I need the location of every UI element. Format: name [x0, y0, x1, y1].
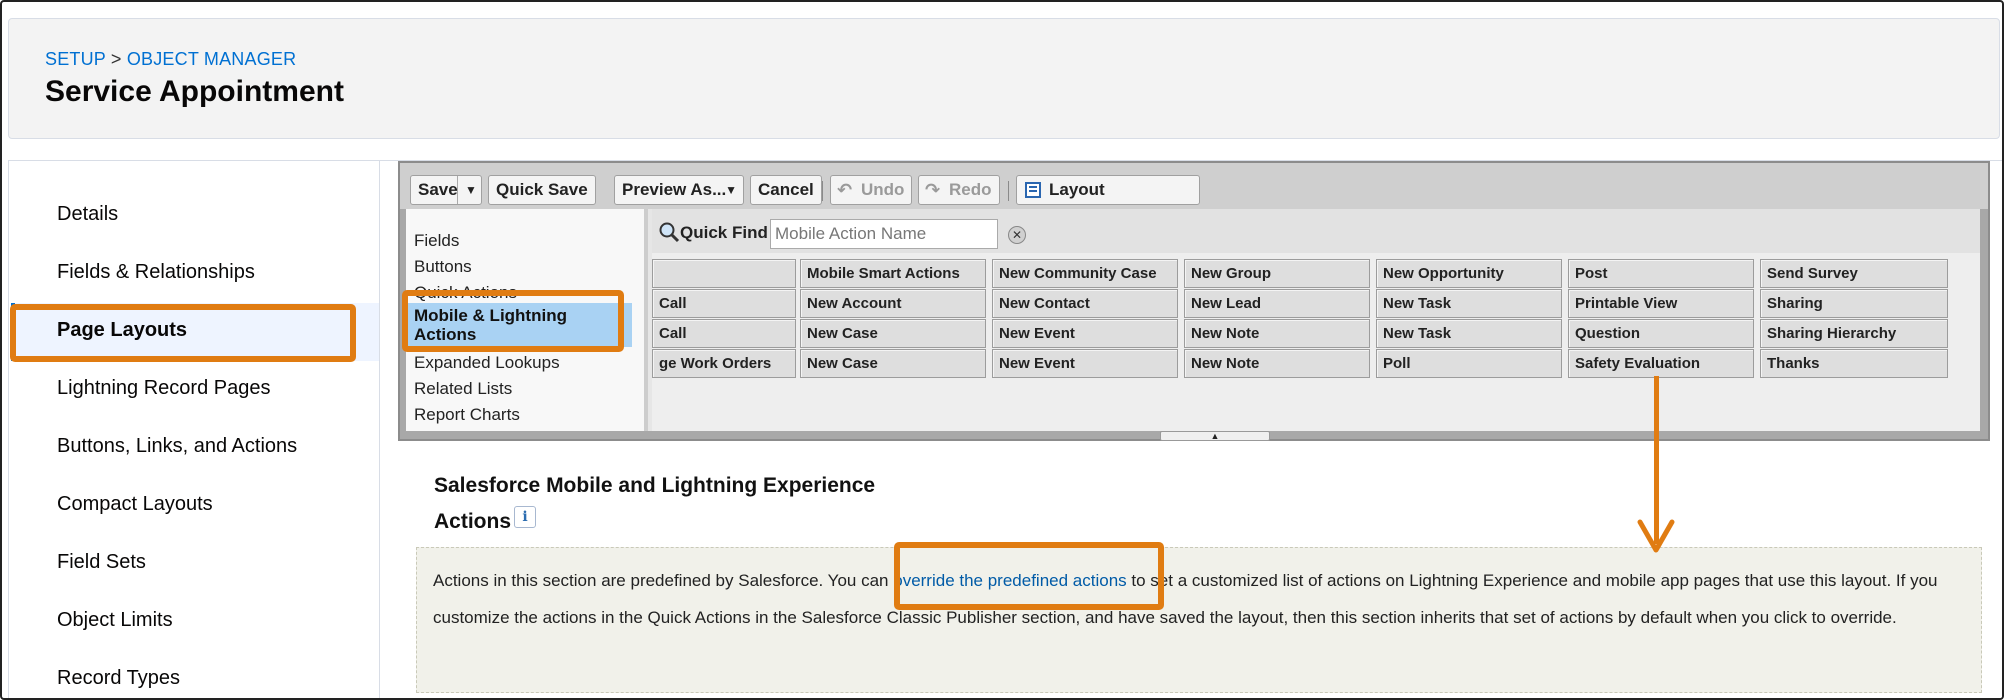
palette-item[interactable]: Post [1568, 259, 1754, 288]
palette-item[interactable]: New Group [1184, 259, 1370, 288]
palette-item[interactable]: New Account [800, 289, 986, 318]
info-icon[interactable]: i [514, 506, 536, 528]
layout-editor-main: Save ▼ Quick Save Preview As... ▼ Cancel… [380, 160, 2002, 698]
category-fields[interactable]: Fields [414, 231, 459, 251]
save-split-divider [457, 176, 458, 204]
breadcrumb-separator: > [110, 49, 122, 69]
page-header: SETUP > OBJECT MANAGER Service Appointme… [8, 18, 2000, 139]
category-report-charts[interactable]: Report Charts [414, 405, 520, 425]
palette-item[interactable]: New Lead [1184, 289, 1370, 318]
palette-item[interactable]: Thanks [1760, 349, 1948, 378]
section-title: Salesforce Mobile and Lightning Experien… [434, 474, 876, 497]
redo-button[interactable]: ↷ Redo [918, 175, 1000, 205]
category-related-lists[interactable]: Related Lists [414, 379, 512, 399]
palette-item[interactable]: New Case [800, 319, 986, 348]
toolbar-divider [822, 181, 823, 201]
layout-properties-icon [1025, 182, 1041, 198]
sidebar-item-fields-relationships[interactable]: Fields & Relationships [57, 261, 255, 284]
palette-item[interactable]: New Task [1376, 319, 1562, 348]
actions-description-box: Actions in this section are predefined b… [416, 547, 1982, 693]
breadcrumb-object-manager-link[interactable]: OBJECT MANAGER [127, 49, 297, 69]
palette-item[interactable]: Question [1568, 319, 1754, 348]
search-icon [659, 222, 680, 243]
page-title: Service Appointment [45, 75, 344, 108]
palette-resize-handle[interactable]: ▲ [1160, 431, 1270, 441]
palette-item[interactable]: Call [652, 289, 796, 318]
highlight-page-layouts [10, 304, 356, 362]
palette-item[interactable]: Printable View [1568, 289, 1754, 318]
category-expanded-lookups[interactable]: Expanded Lookups [414, 353, 560, 373]
chevron-down-icon[interactable]: ▼ [465, 176, 477, 204]
description-text: Actions in this section are predefined b… [433, 571, 894, 590]
sidebar-item-buttons-links-actions[interactable]: Buttons, Links, and Actions [57, 435, 297, 458]
palette-item[interactable]: Sharing Hierarchy [1760, 319, 1948, 348]
redo-label: Redo [949, 180, 992, 199]
highlight-override-link [894, 542, 1164, 610]
arrow-down-icon [1637, 519, 1675, 553]
palette-item[interactable]: New Opportunity [1376, 259, 1562, 288]
quick-find-input[interactable] [770, 219, 998, 249]
palette: Fields Buttons Quick Actions Mobile & Li… [406, 209, 1980, 431]
quick-find-label: Quick Find [680, 223, 768, 242]
save-button-label: Save [418, 180, 458, 199]
palette-item[interactable]: New Event [992, 349, 1178, 378]
palette-item[interactable]: New Note [1184, 319, 1370, 348]
section-subtitle: Actions [434, 510, 512, 533]
preview-as-button[interactable]: Preview As... ▼ [614, 175, 744, 205]
highlight-mobile-lightning-actions [402, 290, 624, 352]
palette-item[interactable]: New Case [800, 349, 986, 378]
palette-item[interactable]: Safety Evaluation [1568, 349, 1754, 378]
palette-item[interactable]: New Contact [992, 289, 1178, 318]
palette-item[interactable]: Poll [1376, 349, 1562, 378]
clear-icon[interactable]: ✕ [1008, 226, 1026, 244]
sidebar-item-compact-layouts[interactable]: Compact Layouts [57, 493, 213, 516]
editor-toolbar: Save ▼ Quick Save Preview As... ▼ Cancel… [400, 163, 1988, 227]
palette-item[interactable]: ge Work Orders [652, 349, 796, 378]
quick-save-button[interactable]: Quick Save [488, 175, 596, 205]
palette-item[interactable]: New Note [1184, 349, 1370, 378]
undo-icon: ↶ [837, 180, 853, 200]
palette-item[interactable]: Sharing [1760, 289, 1948, 318]
actions-description: Actions in this section are predefined b… [433, 562, 1973, 636]
undo-label: Undo [861, 180, 905, 199]
sidebar-item-field-sets[interactable]: Field Sets [57, 551, 146, 574]
layout-editor-panel: Save ▼ Quick Save Preview As... ▼ Cancel… [398, 161, 1990, 441]
palette-item[interactable]: Mobile Smart Actions [800, 259, 986, 288]
palette-item[interactable]: New Community Case [992, 259, 1178, 288]
palette-item[interactable] [652, 259, 796, 288]
sidebar-item-lightning-record-pages[interactable]: Lightning Record Pages [57, 377, 270, 400]
save-button[interactable]: Save ▼ [410, 175, 482, 205]
layout-properties-button[interactable]: Layout Properties [1016, 175, 1200, 227]
toolbar-divider [1008, 181, 1009, 201]
palette-item[interactable]: New Event [992, 319, 1178, 348]
breadcrumb: SETUP > OBJECT MANAGER [45, 49, 296, 70]
app-frame: SETUP > OBJECT MANAGER Service Appointme… [0, 0, 2004, 700]
palette-item[interactable]: Send Survey [1760, 259, 1948, 288]
cancel-button[interactable]: Cancel [750, 175, 822, 205]
palette-items-area: Quick Find ✕ Mobile Smart Actions New Co… [652, 209, 1980, 431]
redo-icon: ↷ [925, 180, 941, 200]
preview-as-label: Preview As... [622, 180, 727, 199]
breadcrumb-setup-link[interactable]: SETUP [45, 49, 106, 69]
sidebar-item-details[interactable]: Details [57, 203, 118, 226]
sidebar-item-object-limits[interactable]: Object Limits [57, 609, 173, 632]
palette-item[interactable]: New Task [1376, 289, 1562, 318]
object-sidebar: Details Fields & Relationships Page Layo… [8, 160, 380, 698]
category-buttons[interactable]: Buttons [414, 257, 472, 277]
palette-item[interactable]: Call [652, 319, 796, 348]
sidebar-item-record-types[interactable]: Record Types [57, 667, 180, 690]
quick-find-bar: Quick Find ✕ [652, 209, 1980, 253]
chevron-down-icon: ▼ [725, 183, 737, 197]
undo-button[interactable]: ↶ Undo [830, 175, 912, 205]
